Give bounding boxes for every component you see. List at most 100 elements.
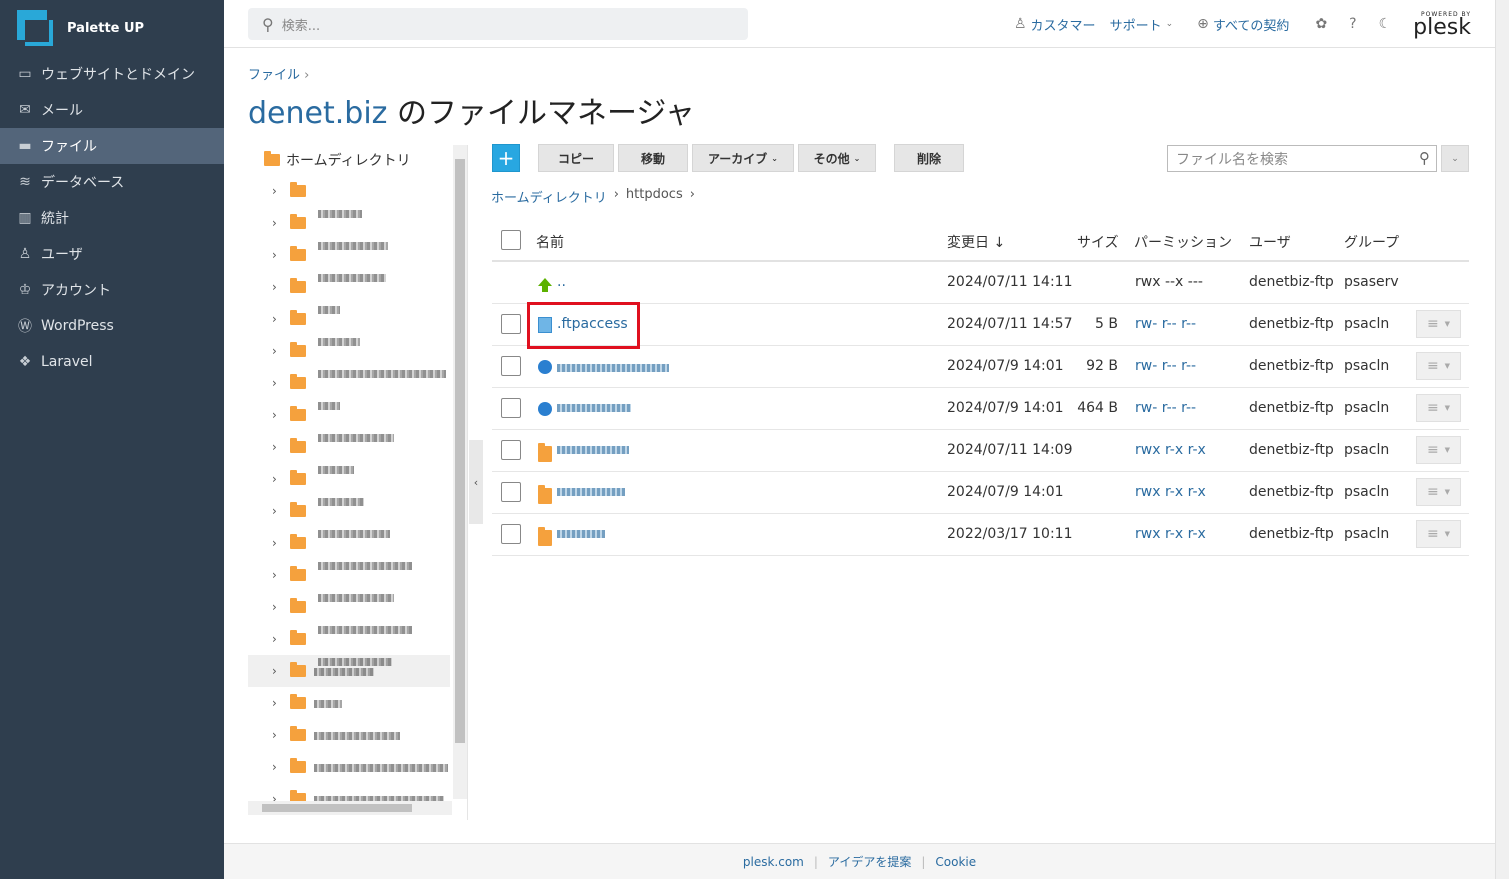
row-menu-button[interactable]: ≡ ▼ — [1416, 310, 1461, 338]
sidebar-item-laravel[interactable]: ❖ Laravel — [0, 344, 224, 380]
file-name-link[interactable] — [557, 358, 669, 376]
row-checkbox[interactable] — [501, 524, 521, 544]
sidebar-item-mail[interactable]: ✉ メール — [0, 92, 224, 128]
tree-node[interactable]: › — [272, 175, 306, 207]
file-name-link[interactable] — [557, 400, 631, 416]
table-row-parent[interactable]: .. 2024/07/11 14:11 rwx --x --- denetbiz… — [492, 262, 1469, 304]
select-all-checkbox[interactable] — [501, 230, 521, 250]
moon-icon[interactable]: ☾ — [1379, 16, 1392, 32]
path-breadcrumb: ホームディレクトリ › httpdocs › — [491, 187, 695, 206]
tree-node[interactable]: › — [272, 495, 306, 527]
row-checkbox[interactable] — [501, 314, 521, 334]
user-icon: ♙ — [18, 246, 32, 262]
permission-link[interactable]: rwx r-x r-x — [1135, 442, 1206, 458]
tree-node[interactable]: › — [272, 271, 306, 303]
other-button[interactable]: その他 ⌄ — [798, 144, 876, 172]
column-group[interactable]: グループ — [1344, 232, 1399, 252]
folder-name-link[interactable] — [557, 442, 629, 458]
archive-button[interactable]: アーカイブ ⌄ — [692, 144, 794, 172]
tree-collapse-button[interactable]: ‹ — [469, 440, 483, 524]
tree-node[interactable]: › — [272, 399, 306, 431]
help-icon[interactable]: ? — [1349, 16, 1356, 32]
tree-scroll-thumb[interactable] — [455, 159, 465, 743]
sidebar-item-databases[interactable]: ≋ データベース — [0, 164, 224, 200]
permission-link[interactable]: rw- r-- r-- — [1135, 358, 1196, 374]
tree-vertical-scrollbar[interactable] — [453, 145, 467, 799]
permission-link[interactable]: rwx r-x r-x — [1135, 526, 1206, 542]
permission-link[interactable]: rwx r-x r-x — [1135, 484, 1206, 500]
customer-link[interactable]: ♙ カスタマー — [1014, 15, 1096, 34]
row-menu-button[interactable]: ≡ ▼ — [1416, 394, 1461, 422]
sidebar-item-users[interactable]: ♙ ユーザ — [0, 236, 224, 272]
tree-node[interactable]: › — [272, 463, 306, 495]
permission-link[interactable]: rw- r-- r-- — [1135, 316, 1196, 332]
search-options-button[interactable]: ⌄ — [1441, 145, 1469, 172]
sidebar-item-websites[interactable]: ▭ ウェブサイトとドメイン — [0, 56, 224, 92]
column-modified[interactable]: 変更日 ↓ — [947, 232, 1005, 252]
tree-hscroll-thumb[interactable] — [262, 804, 412, 812]
tree-node[interactable]: › — [272, 335, 306, 367]
tree-node[interactable]: › — [272, 527, 306, 559]
tree-root[interactable]: ホームディレクトリ — [264, 150, 411, 170]
global-search-input[interactable]: ⚲ 検索... — [248, 8, 748, 40]
folder-name-link[interactable] — [557, 484, 625, 500]
sidebar-item-files[interactable]: ▬ ファイル — [0, 128, 224, 164]
table-row[interactable]: 2024/07/11 14:09 rwx r-x r-x denetbiz-ft… — [492, 430, 1469, 472]
brand[interactable]: Palette UP — [0, 0, 224, 56]
column-permission[interactable]: パーミッション — [1134, 232, 1232, 252]
hamburger-icon: ≡ — [1426, 526, 1439, 542]
table-row[interactable]: 2024/07/9 14:01 92 B rw- r-- r-- denetbi… — [492, 346, 1469, 388]
column-name[interactable]: 名前 — [536, 232, 564, 252]
tree-node[interactable]: › — [272, 303, 306, 335]
delete-button[interactable]: 削除 — [894, 144, 964, 172]
file-search-input[interactable]: ファイル名を検索 ⚲ — [1167, 145, 1437, 172]
column-size[interactable]: サイズ — [1077, 232, 1119, 252]
copy-button[interactable]: コピー — [538, 144, 614, 172]
tree-node[interactable]: › — [272, 719, 400, 751]
footer-link-plesk[interactable]: plesk.com — [743, 855, 804, 869]
table-row[interactable]: 2024/07/9 14:01 464 B rw- r-- r-- denetb… — [492, 388, 1469, 430]
footer-link-cookie[interactable]: Cookie — [935, 855, 976, 869]
tree-node[interactable]: › — [272, 207, 306, 239]
tree-node[interactable]: › — [272, 623, 306, 655]
row-checkbox[interactable] — [501, 440, 521, 460]
row-menu-button[interactable]: ≡ ▼ — [1416, 436, 1461, 464]
move-button[interactable]: 移動 — [618, 144, 688, 172]
row-checkbox[interactable] — [501, 482, 521, 502]
tree-node[interactable]: › — [272, 559, 306, 591]
tree-node[interactable]: › — [272, 591, 306, 623]
tree-node[interactable]: › — [272, 239, 306, 271]
row-menu-button[interactable]: ≡ ▼ — [1416, 520, 1461, 548]
tree-node[interactable]: › — [272, 431, 306, 463]
user-icon: ♙ — [1013, 16, 1027, 32]
table-row[interactable]: 2024/07/9 14:01 rwx r-x r-x denetbiz-ftp… — [492, 472, 1469, 514]
row-menu-button[interactable]: ≡ ▼ — [1416, 352, 1461, 380]
sidebar-item-statistics[interactable]: ▥ 統計 — [0, 200, 224, 236]
sidebar: Palette UP ▭ ウェブサイトとドメイン ✉ メール ▬ ファイル ≋ データベ… — [0, 0, 224, 879]
breadcrumb[interactable]: ファイル › — [248, 64, 309, 83]
folder-name-link[interactable] — [557, 526, 605, 542]
row-checkbox[interactable] — [501, 356, 521, 376]
sidebar-item-wordpress[interactable]: Ⓦ WordPress — [0, 308, 224, 344]
tree-node[interactable]: › — [272, 687, 342, 719]
path-current[interactable]: httpdocs — [626, 187, 683, 206]
table-row[interactable]: 2022/03/17 10:11 rwx r-x r-x denetbiz-ft… — [492, 514, 1469, 556]
chart-icon: ▥ — [18, 210, 32, 226]
page-scrollbar[interactable] — [1495, 0, 1509, 879]
footer-link-ideas[interactable]: アイデアを提案 — [828, 853, 911, 870]
permission-link[interactable]: rw- r-- r-- — [1135, 400, 1196, 416]
extensions-icon[interactable]: ✿ — [1315, 16, 1327, 32]
sidebar-item-account[interactable]: ♔ アカウント — [0, 272, 224, 308]
add-button[interactable]: + — [492, 144, 520, 172]
tree-node[interactable]: › — [272, 751, 448, 783]
tree-node[interactable]: › — [272, 367, 306, 399]
subscriptions-link[interactable]: ⊕ すべての契約 — [1197, 15, 1289, 34]
path-home-link[interactable]: ホームディレクトリ — [491, 187, 607, 206]
plesk-logo[interactable]: POWERED BY plesk — [1413, 11, 1471, 39]
row-menu-button[interactable]: ≡ ▼ — [1416, 478, 1461, 506]
column-user[interactable]: ユーザ — [1249, 232, 1291, 252]
row-checkbox[interactable] — [501, 398, 521, 418]
tree-horizontal-scrollbar[interactable] — [248, 801, 452, 815]
support-menu[interactable]: サポート ⌄ — [1110, 15, 1174, 34]
chevron-down-icon: ▼ — [1444, 446, 1451, 454]
